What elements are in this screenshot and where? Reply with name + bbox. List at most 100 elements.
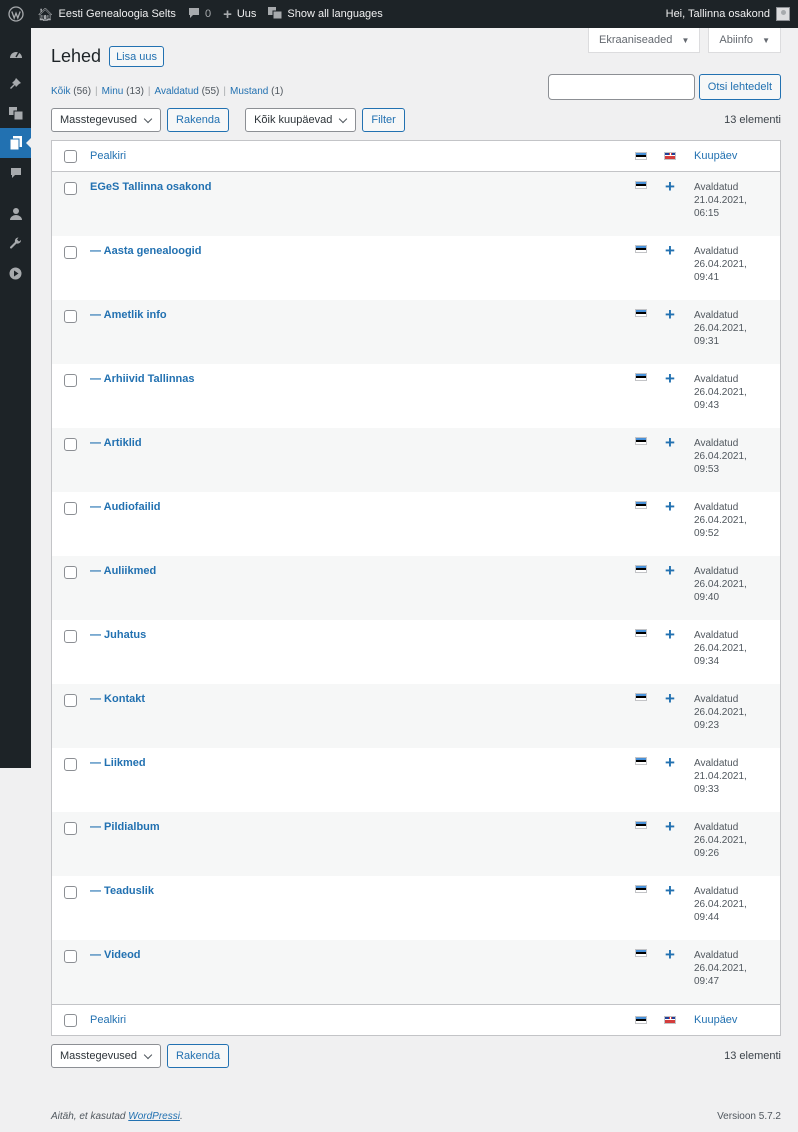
sort-date-link[interactable]: Kuupäev [694, 150, 737, 162]
comments-link[interactable]: 0 [182, 0, 217, 28]
estonian-flag-icon[interactable] [635, 949, 647, 957]
row-checkbox[interactable] [63, 950, 77, 963]
row-checkbox[interactable] [63, 438, 77, 451]
add-translation-icon[interactable]: + [665, 562, 675, 579]
pages-icon[interactable] [0, 128, 31, 158]
row-checkbox[interactable] [63, 246, 77, 259]
date-cell: Avaldatud 26.04.2021, 09:26 [682, 812, 780, 860]
table-row: — Juhatus + Avaldatud 26.04.2021, 09:34 [52, 620, 780, 684]
dashboard-icon[interactable] [0, 38, 31, 68]
estonian-flag-icon[interactable] [635, 309, 647, 317]
row-checkbox[interactable] [63, 502, 77, 515]
filter-button[interactable]: Filter [362, 108, 405, 132]
page-title-link[interactable]: — Liikmed [90, 757, 146, 769]
table-row: — Kontakt + Avaldatud 26.04.2021, 09:23 [52, 684, 780, 748]
estonian-flag-icon[interactable] [635, 245, 647, 253]
play-icon[interactable] [0, 258, 31, 288]
estonian-flag-icon[interactable] [635, 629, 647, 637]
add-translation-icon[interactable]: + [665, 818, 675, 835]
page-title-link[interactable]: EGeS Tallinna osakond [90, 181, 211, 193]
bulk-actions-select[interactable]: Masstegevused [51, 108, 162, 132]
help-button[interactable]: Abiinfo ▼ [708, 28, 781, 53]
row-checkbox[interactable] [63, 758, 77, 771]
view-mine-link[interactable]: Minu (13) [102, 86, 144, 97]
post-time: 09:47 [694, 976, 720, 987]
wrench-icon[interactable] [0, 228, 31, 258]
add-translation-icon[interactable]: + [665, 178, 675, 195]
add-new-page-button[interactable]: Lisa uus [109, 46, 165, 67]
row-checkbox[interactable] [63, 694, 77, 707]
estonian-flag-icon[interactable] [635, 885, 647, 893]
add-translation-icon[interactable]: + [665, 434, 675, 451]
page-title-link[interactable]: — Juhatus [90, 629, 146, 641]
page-heading: Lehed Lisa uus [51, 46, 165, 67]
page-title-link[interactable]: — Kontakt [90, 693, 145, 705]
add-translation-icon[interactable]: + [665, 690, 675, 707]
estonian-flag-icon[interactable] [635, 437, 647, 445]
row-checkbox[interactable] [63, 630, 77, 643]
add-translation-icon[interactable]: + [665, 242, 675, 259]
row-checkbox[interactable] [63, 310, 77, 323]
wordpress-link[interactable]: WordPressi [128, 1111, 180, 1122]
sort-title-link[interactable]: Pealkiri [90, 150, 126, 162]
add-translation-icon[interactable]: + [665, 498, 675, 515]
page-title-link[interactable]: — Pildialbum [90, 821, 160, 833]
estonian-flag-icon[interactable] [635, 565, 647, 573]
site-name: Eesti Genealoogia Selts [58, 8, 176, 20]
estonian-flag-icon[interactable] [635, 693, 647, 701]
row-checkbox[interactable] [63, 822, 77, 835]
page-title-link[interactable]: — Audiofailid [90, 501, 160, 513]
add-translation-icon[interactable]: + [665, 754, 675, 771]
row-checkbox[interactable] [63, 182, 77, 195]
bulk-actions-select[interactable]: Masstegevused [51, 1044, 162, 1068]
languages-link[interactable]: Show all languages [262, 0, 388, 28]
search-input[interactable] [547, 74, 695, 100]
page-title-link[interactable]: — Videod [90, 949, 141, 961]
new-content-link[interactable]: + Uus [217, 0, 262, 28]
estonian-flag-icon[interactable] [635, 373, 647, 381]
select-all-checkbox[interactable] [63, 149, 77, 163]
add-translation-icon[interactable]: + [665, 882, 675, 899]
sort-date-link[interactable]: Kuupäev [694, 1014, 737, 1026]
site-name-link[interactable]: 🏠︎ Eesti Genealoogia Selts [31, 0, 182, 28]
page-title-link[interactable]: — Aasta genealoogid [90, 245, 201, 257]
plus-icon: + [223, 5, 232, 23]
view-all-link[interactable]: Kõik (56) [51, 86, 91, 97]
table-row: — Arhiivid Tallinnas + Avaldatud 26.04.2021… [52, 364, 780, 428]
user-icon[interactable] [0, 198, 31, 228]
search-pages-button[interactable]: Otsi lehtedelt [698, 74, 781, 100]
apply-bulk-action-button[interactable]: Rakenda [167, 108, 230, 132]
estonian-flag-icon[interactable] [635, 501, 647, 509]
sort-title-link[interactable]: Pealkiri [90, 1014, 126, 1026]
row-checkbox[interactable] [63, 566, 77, 579]
pin-icon[interactable] [0, 68, 31, 98]
my-account[interactable]: Hei, Tallinna osakond [660, 0, 798, 28]
add-translation-icon[interactable]: + [665, 946, 675, 963]
view-draft-link[interactable]: Mustand (1) [230, 86, 283, 97]
page-title-link[interactable]: — Ametlik info [90, 309, 167, 321]
post-date: 26.04.2021, [694, 579, 747, 590]
table-row: — Teaduslik + Avaldatud 26.04.2021, 09:44 [52, 876, 780, 940]
post-status: Avaldatud [694, 438, 739, 449]
screen-options-button[interactable]: Ekraaniseaded ▼ [588, 28, 701, 53]
row-checkbox[interactable] [63, 886, 77, 899]
row-checkbox[interactable] [63, 374, 77, 387]
page-title-link[interactable]: — Auliikmed [90, 565, 156, 577]
page-title-link[interactable]: — Artiklid [90, 437, 142, 449]
apply-bulk-action-button[interactable]: Rakenda [167, 1044, 230, 1068]
estonian-flag-icon[interactable] [635, 757, 647, 765]
comment-icon[interactable] [0, 158, 31, 188]
page-title-link[interactable]: — Teaduslik [90, 885, 154, 897]
add-translation-icon[interactable]: + [665, 626, 675, 643]
date-cell: Avaldatud 26.04.2021, 09:41 [682, 236, 780, 284]
select-all-checkbox[interactable] [63, 1013, 77, 1027]
view-published-link[interactable]: Avaldatud (55) [155, 86, 220, 97]
add-translation-icon[interactable]: + [665, 370, 675, 387]
translate-icon[interactable] [0, 98, 31, 128]
estonian-flag-icon[interactable] [635, 181, 647, 189]
wordpress-logo-icon[interactable] [0, 0, 31, 28]
date-filter-select[interactable]: Kõik kuupäevad [245, 108, 357, 132]
estonian-flag-icon[interactable] [635, 821, 647, 829]
add-translation-icon[interactable]: + [665, 306, 675, 323]
page-title-link[interactable]: — Arhiivid Tallinnas [90, 373, 195, 385]
